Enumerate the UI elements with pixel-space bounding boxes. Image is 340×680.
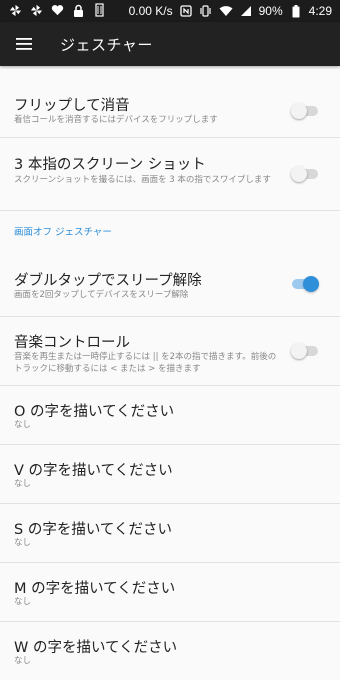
three-finger-toggle[interactable] <box>291 166 318 182</box>
setting-title: 音楽コントロール <box>14 335 130 351</box>
setting-title: O の字を描いてください <box>14 404 175 420</box>
battery-percent: 90% <box>258 4 283 18</box>
app-bar: ジェスチャー <box>0 22 340 66</box>
setting-music-control[interactable]: 音楽コントロール 音楽を再生または一時停止するには || を2本の指で描きます。… <box>0 317 340 386</box>
setting-flip-to-mute[interactable]: フリップして消音 着信コールを消音するにはデバイスをフリップします <box>0 66 340 138</box>
setting-draw-o[interactable]: O の字を描いてください なし <box>0 386 340 445</box>
network-speed: 0.00 K/s <box>128 4 173 18</box>
section-header-screen-off: 画面オフ ジェスチャー <box>0 211 340 251</box>
status-bar-left-icons <box>8 3 106 17</box>
setting-double-tap-wake[interactable]: ダブルタップでスリープ解除 画面を2回タップしてデバイスをスリープ解除 <box>0 251 340 317</box>
setting-title: S の字を描いてください <box>14 522 172 538</box>
setting-title: W の字を描いてください <box>14 640 178 656</box>
lock-icon <box>71 3 85 17</box>
setting-title: 3 本指のスクリーン ショット <box>14 157 206 173</box>
setting-subtitle: スクリーンショットを撮るには、画面を 3 本の指でスワイプします <box>14 175 271 185</box>
battery-saver-icon <box>92 3 106 17</box>
setting-three-finger-screenshot[interactable]: 3 本指のスクリーン ショット スクリーンショットを撮るには、画面を 3 本の指… <box>0 138 340 211</box>
flip-mute-toggle[interactable] <box>291 103 318 119</box>
section-header-label: 画面オフ ジェスチャー <box>14 227 112 238</box>
setting-subtitle: 音楽を再生または一時停止するには || を2本の指で描きます。前後のトラックに移… <box>14 352 277 374</box>
status-bar: 0.00 K/s 90% 4:29 <box>0 0 340 22</box>
setting-title: M の字を描いてください <box>14 581 176 597</box>
page-title: ジェスチャー <box>60 36 153 54</box>
setting-subtitle: なし <box>14 597 32 607</box>
nfc-icon <box>179 4 193 18</box>
vibrate-icon <box>199 4 213 18</box>
music-control-toggle[interactable] <box>291 343 318 359</box>
status-bar-right: 0.00 K/s 90% 4:29 <box>129 3 332 19</box>
setting-draw-s[interactable]: S の字を描いてください なし <box>0 504 340 563</box>
setting-draw-m[interactable]: M の字を描いてください なし <box>0 563 340 622</box>
battery-icon <box>289 4 303 18</box>
heart-icon <box>50 3 64 17</box>
toggle-thumb <box>303 276 319 292</box>
wifi-icon <box>219 4 233 18</box>
setting-subtitle: 着信コールを消音するにはデバイスをフリップします <box>14 115 218 125</box>
setting-title: フリップして消音 <box>14 98 130 114</box>
setting-subtitle: なし <box>14 479 32 489</box>
setting-subtitle: なし <box>14 420 32 430</box>
hamburger-icon <box>16 35 32 54</box>
setting-subtitle: 画面を2回タップしてデバイスをスリープ解除 <box>14 290 189 300</box>
double-tap-toggle[interactable] <box>292 276 319 292</box>
setting-subtitle: なし <box>14 538 32 548</box>
toggle-thumb <box>291 103 307 119</box>
signal-icon <box>239 4 253 18</box>
toggle-thumb <box>291 343 307 359</box>
settings-list: フリップして消音 着信コールを消音するにはデバイスをフリップします 3 本指のス… <box>0 66 340 680</box>
setting-title: V の字を描いてください <box>14 463 173 479</box>
setting-draw-v[interactable]: V の字を描いてください なし <box>0 445 340 504</box>
setting-subtitle: なし <box>14 656 32 666</box>
toggle-thumb <box>291 166 307 182</box>
pinwheel-icon <box>29 3 43 17</box>
clock: 4:29 <box>308 4 332 18</box>
setting-draw-w[interactable]: W の字を描いてください なし <box>0 622 340 680</box>
menu-button[interactable] <box>10 30 38 58</box>
setting-title: ダブルタップでスリープ解除 <box>14 273 202 289</box>
pinwheel-icon <box>8 3 22 17</box>
